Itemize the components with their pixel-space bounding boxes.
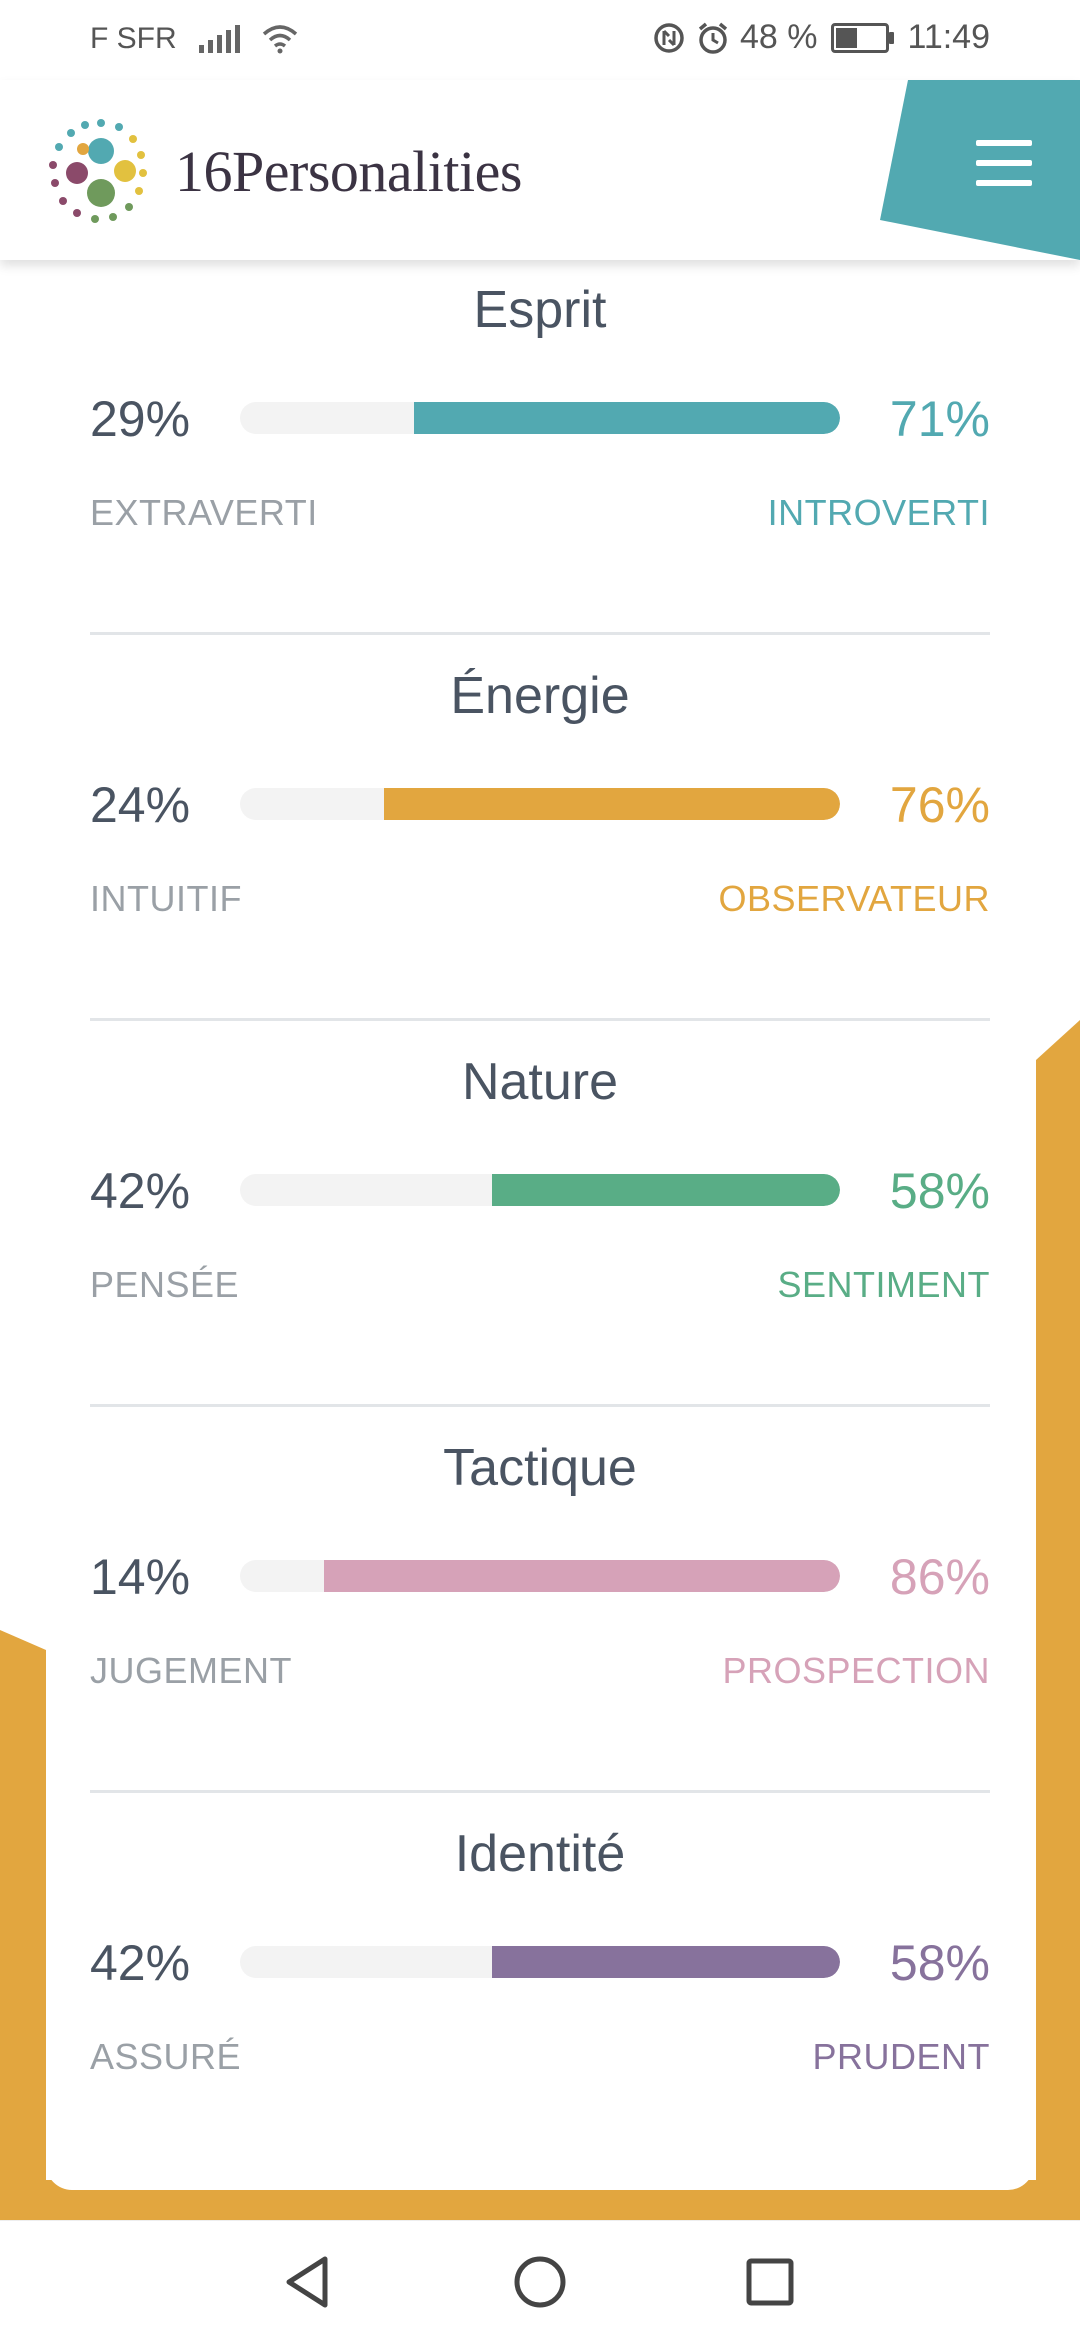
left-percentage: 42% <box>90 1163 191 1219</box>
right-percentage: 58% <box>889 1163 990 1219</box>
trait-bar <box>240 788 840 820</box>
left-trait-label: EXTRAVERTI <box>90 492 318 533</box>
right-percentage: 58% <box>889 1935 990 1991</box>
trait-title: Tactique <box>443 1439 637 1497</box>
home-circle-icon[interactable] <box>505 2247 575 2317</box>
left-trait-label: INTUITIF <box>90 878 242 919</box>
trait-row: Énergie 24% 76% INTUITIF OBSERVATEUR <box>90 636 990 1021</box>
trait-row: Esprit 29% 71% EXTRAVERTI INTROVERTI <box>90 250 990 635</box>
results-card: Esprit 29% 71% EXTRAVERTI INTROVERTI Éne… <box>46 250 1034 2190</box>
back-triangle-icon[interactable] <box>275 2247 345 2317</box>
trait-title: Énergie <box>450 667 630 725</box>
data-saver-icon <box>654 22 684 53</box>
left-percentage: 29% <box>90 391 191 447</box>
trait-row: Nature 42% 58% PENSÉE SENTIMENT <box>90 1022 990 1407</box>
battery-percent: 48 % <box>739 18 818 56</box>
right-percentage: 76% <box>889 777 990 833</box>
right-trait-label: SENTIMENT <box>777 1264 990 1305</box>
trait-bar <box>240 1560 840 1592</box>
left-percentage: 14% <box>90 1549 191 1605</box>
divider <box>90 1018 990 1021</box>
right-percentage: 71% <box>889 391 990 447</box>
left-trait-label: PENSÉE <box>90 1264 240 1305</box>
left-trait-label: ASSURÉ <box>90 2036 242 2077</box>
left-percentage: 24% <box>90 777 191 833</box>
trait-row: Identité 42% 58% ASSURÉ PRUDENT <box>90 1794 990 2179</box>
site-header: 16Personalities <box>0 80 1080 260</box>
trait-bar-fill <box>492 1174 840 1206</box>
right-trait-label: PROSPECTION <box>722 1650 990 1691</box>
signal-icon <box>198 25 240 53</box>
logo-dots-icon <box>49 119 147 223</box>
trait-bar-fill <box>324 1560 840 1592</box>
wifi-icon <box>262 25 297 54</box>
divider <box>90 632 990 635</box>
logo[interactable]: 16Personalities <box>45 115 522 227</box>
trait-row: Tactique 14% 86% JUGEMENT PROSPECTION <box>90 1408 990 1793</box>
trait-title: Nature <box>461 1053 619 1111</box>
carrier-label: F SFR <box>90 22 177 55</box>
divider <box>90 1790 990 1793</box>
trait-bar <box>240 402 840 434</box>
navigation-bar <box>0 2220 1080 2341</box>
divider <box>90 1404 990 1407</box>
right-percentage: 86% <box>889 1549 990 1605</box>
trait-bar-fill <box>492 1946 840 1978</box>
left-percentage: 42% <box>90 1935 191 1991</box>
trait-title: Esprit <box>473 281 607 339</box>
trait-bar-fill <box>384 788 840 820</box>
recents-square-icon[interactable] <box>735 2247 805 2317</box>
trait-bar <box>240 1946 840 1978</box>
right-trait-label: INTROVERTI <box>767 492 990 533</box>
right-trait-label: PRUDENT <box>812 2036 990 2077</box>
right-trait-label: OBSERVATEUR <box>718 878 990 919</box>
trait-bar-fill <box>414 402 840 434</box>
hamburger-icon <box>976 140 1032 200</box>
battery-icon <box>831 22 895 53</box>
menu-button[interactable] <box>880 80 1080 260</box>
trait-bar <box>240 1174 840 1206</box>
logo-text: 16Personalities <box>175 138 522 204</box>
alarm-icon <box>698 22 728 54</box>
status-bar: F SFR 48 % 11:49 <box>0 0 1080 80</box>
left-trait-label: JUGEMENT <box>90 1650 292 1691</box>
clock: 11:49 <box>907 18 990 56</box>
trait-title: Identité <box>454 1825 626 1883</box>
